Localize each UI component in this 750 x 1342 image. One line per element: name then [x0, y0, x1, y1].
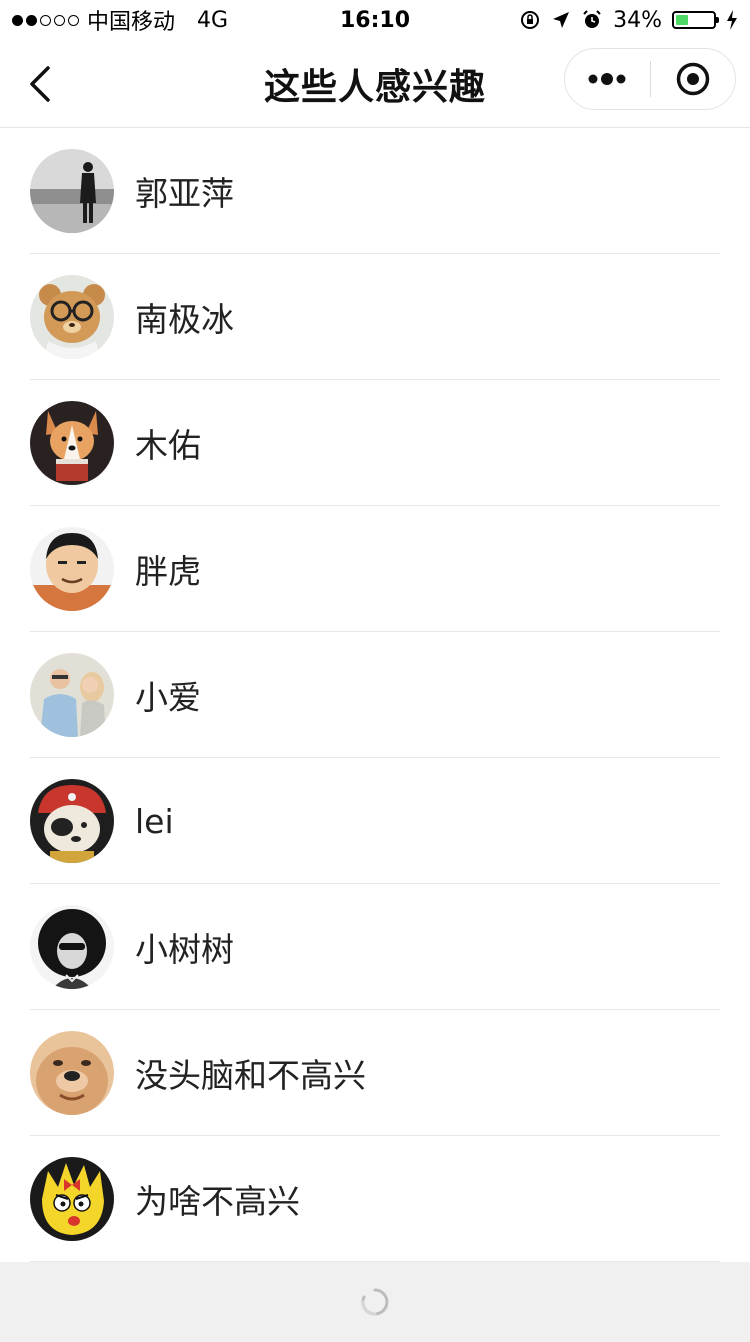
user-name: 南极冰: [135, 300, 234, 339]
avatar: [30, 149, 114, 233]
avatar: [30, 527, 114, 611]
list-item[interactable]: lei: [0, 758, 750, 884]
status-bar: 中国移动 4G 16:10 34%: [0, 0, 750, 40]
page-title: 这些人感兴趣: [263, 66, 486, 108]
avatar: [30, 1157, 114, 1241]
list-item[interactable]: 小树树: [0, 884, 750, 1010]
avatar: [30, 779, 114, 863]
close-button[interactable]: [651, 49, 736, 109]
battery-percent: 34%: [613, 7, 662, 33]
back-button[interactable]: [22, 62, 62, 106]
user-name: 为啥不高兴: [135, 1182, 300, 1221]
more-button[interactable]: [565, 49, 650, 109]
list-item[interactable]: 没头脑和不高兴: [0, 1010, 750, 1136]
alarm-icon: [583, 10, 601, 28]
user-name: 小树树: [135, 930, 234, 969]
battery-icon: [672, 11, 719, 29]
user-name: 郭亚萍: [135, 174, 234, 213]
list-item[interactable]: 为啥不高兴: [0, 1136, 750, 1262]
more-dots-icon: [588, 73, 626, 85]
user-name: 没头脑和不高兴: [135, 1056, 366, 1095]
chevron-left-icon: [30, 66, 50, 102]
user-name: 胖虎: [135, 552, 201, 591]
list-item[interactable]: 小爱: [0, 632, 750, 758]
list-item[interactable]: 郭亚萍: [0, 128, 750, 254]
list-item[interactable]: 胖虎: [0, 506, 750, 632]
loading-spinner-icon: [361, 1288, 389, 1316]
avatar: [30, 1031, 114, 1115]
list-item[interactable]: 木佑: [0, 380, 750, 506]
user-name: 小爱: [135, 678, 201, 717]
avatar: [30, 401, 114, 485]
signal-strength-icon: [12, 14, 79, 26]
user-name: 木佑: [135, 426, 201, 465]
avatar: [30, 905, 114, 989]
loading-footer: [0, 1262, 750, 1342]
list-item[interactable]: 南极冰: [0, 254, 750, 380]
location-arrow-icon: [553, 12, 570, 28]
avatar: [30, 653, 114, 737]
avatar: [30, 275, 114, 359]
target-circle-icon: [676, 62, 709, 96]
nav-bar: 这些人感兴趣: [0, 40, 750, 128]
status-bar-right: 34%: [519, 8, 750, 33]
orientation-lock-icon: [521, 11, 540, 29]
network-label: 4G: [197, 7, 229, 33]
status-bar-left: 中国移动 4G: [0, 4, 228, 36]
charging-bolt-icon: [727, 10, 737, 30]
user-list: 郭亚萍 南极冰 木佑 胖虎 小爱 lei 小树树 没头脑和不高兴 为啥不高兴: [0, 128, 750, 1262]
mini-program-capsule: [564, 48, 736, 110]
user-name: lei: [135, 801, 174, 841]
carrier-label: 中国移动: [87, 10, 176, 35]
